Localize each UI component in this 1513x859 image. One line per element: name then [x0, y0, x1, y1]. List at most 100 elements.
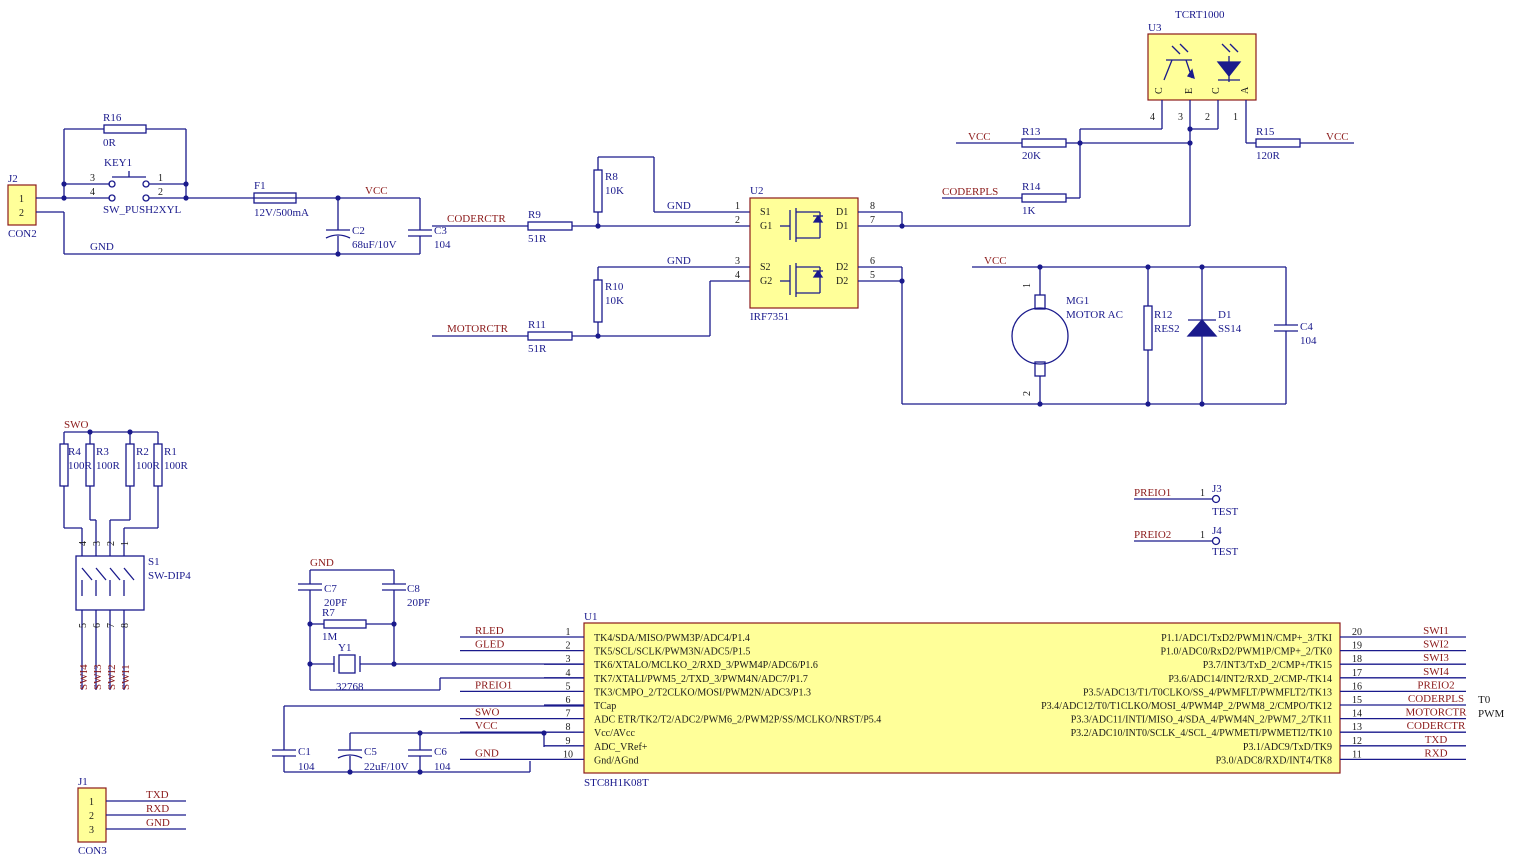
y1-value: 32768: [336, 681, 364, 693]
r10-value: 10K: [605, 295, 624, 307]
mcu-pin-name-7: ADC ETR/TK2/T2/ADC2/PWM6_2/PWM2P/SS/MCLK…: [594, 715, 881, 726]
mcu-pin-name-18: P3.7/INT3/TxD_2/CMP+/TK15: [1203, 660, 1332, 671]
mcu-net-2: GLED: [475, 639, 504, 651]
r16-value: 0R: [103, 137, 117, 149]
c3-designator: C3: [434, 225, 447, 237]
c3-value: 104: [434, 239, 451, 251]
mcu-pin-no-1: 1: [566, 627, 571, 638]
u1-value: STC8H1K08T: [584, 777, 649, 789]
uart-connector-section: J1 CON3 1 2 3 TXD RXD GND: [77, 776, 186, 857]
r12-resistor: [1143, 305, 1153, 351]
mcu-pin-no-2: 2: [566, 641, 571, 652]
u2-pin-s2: S2: [760, 262, 771, 273]
r7-designator: R7: [322, 607, 335, 619]
r3-value: 100R: [96, 460, 121, 472]
r15-designator: R15: [1256, 126, 1275, 138]
mcu-pin-no-9: 9: [566, 736, 571, 747]
mcu-pin-name-19: P1.0/ADC0/RxD2/PWM1P/CMP+_2/TK0: [1160, 647, 1332, 658]
mcu-pin-no-4: 4: [566, 668, 571, 679]
mcu-pin-no-8: 8: [566, 722, 571, 733]
u3-designator: U3: [1148, 22, 1162, 34]
mcu-pin-no-17: 17: [1352, 668, 1362, 679]
swi3-net-label: SWI3: [92, 664, 104, 690]
mcu-pin-name-2: TK5/SCL/SCLK/PWM3N/ADC5/P1.5: [594, 647, 750, 658]
mcu-pin-no-10: 10: [563, 749, 573, 760]
mcu-pin-name-20: P1.1/ADC1/TxD2/PWM1N/CMP+_3/TKI: [1161, 633, 1332, 644]
mcu-pin-name-1: TK4/SDA/MISO/PWM3P/ADC4/P1.4: [594, 633, 750, 644]
u2-pin4: 4: [735, 270, 740, 281]
r9-resistor: [527, 221, 573, 231]
r13-resistor: [1021, 138, 1067, 148]
u3-pin-c2: C: [1211, 87, 1222, 94]
j1-value: CON3: [78, 845, 107, 857]
u2-pin2: 2: [735, 215, 740, 226]
key1-value: SW_PUSH2XYL: [103, 204, 182, 216]
s1-pin3: 3: [92, 541, 103, 546]
vcc-net-label-motor: VCC: [984, 255, 1007, 267]
r16-resistor: [103, 124, 147, 134]
s1-pin2: 2: [106, 541, 117, 546]
mcu-pin-no-19: 19: [1352, 641, 1362, 652]
j2-connector-body: [7, 184, 37, 226]
mcu-pin-name-16: P3.5/ADC13/T1/T0CLKO/SS_4/PWMFLT/PWMFLT2…: [1083, 687, 1332, 698]
c2-designator: C2: [352, 225, 365, 237]
mcu-pin-name-15: P3.4/ADC12/T0/T1CLKO/MOSI_4/PWM4P_2/PWM8…: [1041, 701, 1332, 712]
c5-designator: C5: [364, 746, 377, 758]
swi2-net-label: SWI2: [106, 664, 118, 690]
mcu-net-1: RLED: [475, 625, 504, 637]
r2-resistor: [125, 443, 135, 487]
mcu-pin-no-18: 18: [1352, 654, 1362, 665]
mcu-pin-name-13: P3.2/ADC10/INT0/SCLK_4/SCL_4/PWMETI/PWME…: [1071, 728, 1332, 739]
y1-crystal: [338, 654, 356, 674]
pwm-note: PWM: [1478, 708, 1505, 720]
mcu-pin-no-5: 5: [566, 681, 571, 692]
txd-net-label-j1: TXD: [146, 789, 169, 801]
gnd-net-label-j1: GND: [146, 817, 170, 829]
mcu-pin-no-16: 16: [1352, 681, 1362, 692]
mcu-net-17: SWI4: [1423, 666, 1449, 678]
j4-designator: J4: [1212, 525, 1222, 537]
mcu-pin-no-11: 11: [1352, 749, 1362, 760]
u2-pin6: 6: [870, 256, 875, 267]
u3-pin1: 1: [1233, 112, 1238, 123]
u2-pin-g2: G2: [760, 276, 772, 287]
r8-value: 10K: [605, 185, 624, 197]
r10-designator: R10: [605, 281, 624, 293]
mg1-pin2: 2: [1022, 391, 1033, 396]
r1-designator: R1: [164, 446, 177, 458]
u2-pin1: 1: [735, 201, 740, 212]
mcu-net-7: SWO: [475, 707, 500, 719]
u2-value: IRF7351: [750, 311, 789, 323]
mg1-designator: MG1: [1066, 295, 1089, 307]
swo-net-label: SWO: [64, 419, 89, 431]
u3-pin-a: A: [1240, 86, 1251, 94]
swi1-net-label: SWI1: [120, 664, 132, 690]
u2-pin-g1: G1: [760, 221, 772, 232]
j1-pin2: 2: [89, 811, 94, 822]
j3-test-point: [1211, 494, 1221, 504]
r14-resistor: [1021, 193, 1067, 203]
c1-designator: C1: [298, 746, 311, 758]
vcc-net-label-r15: VCC: [1326, 131, 1349, 143]
u2-pin-d1a: D1: [836, 207, 848, 218]
coderctr-net-label: CODERCTR: [447, 213, 506, 225]
j1-designator: J1: [78, 776, 88, 788]
c4-designator: C4: [1300, 321, 1313, 333]
c8-designator: C8: [407, 583, 420, 595]
c5-value: 22uF/10V: [364, 761, 409, 773]
u2-pin7: 7: [870, 215, 875, 226]
s1-designator: S1: [148, 556, 160, 568]
gnd-net-label-mosfet1: GND: [667, 200, 691, 212]
vcc-net-label-r13: VCC: [968, 131, 991, 143]
mcu-net-8: VCC: [475, 720, 498, 732]
gnd-net-label-crystal: GND: [310, 557, 334, 569]
u3-value: TCRT1000: [1175, 9, 1225, 21]
u2-pin-d1b: D1: [836, 221, 848, 232]
preio2-net-label-j4: PREIO2: [1134, 529, 1171, 541]
r16-designator: R16: [103, 112, 122, 124]
swi4-net-label: SWI4: [78, 664, 90, 690]
key1-pin4: 4: [90, 187, 95, 198]
schematic-canvas: J2 CON2 1 2 GND R16 0R KEY1 SW_PUSH2XYL …: [7, 9, 1505, 857]
c6-value: 104: [434, 761, 451, 773]
t0-note: T0: [1478, 694, 1491, 706]
